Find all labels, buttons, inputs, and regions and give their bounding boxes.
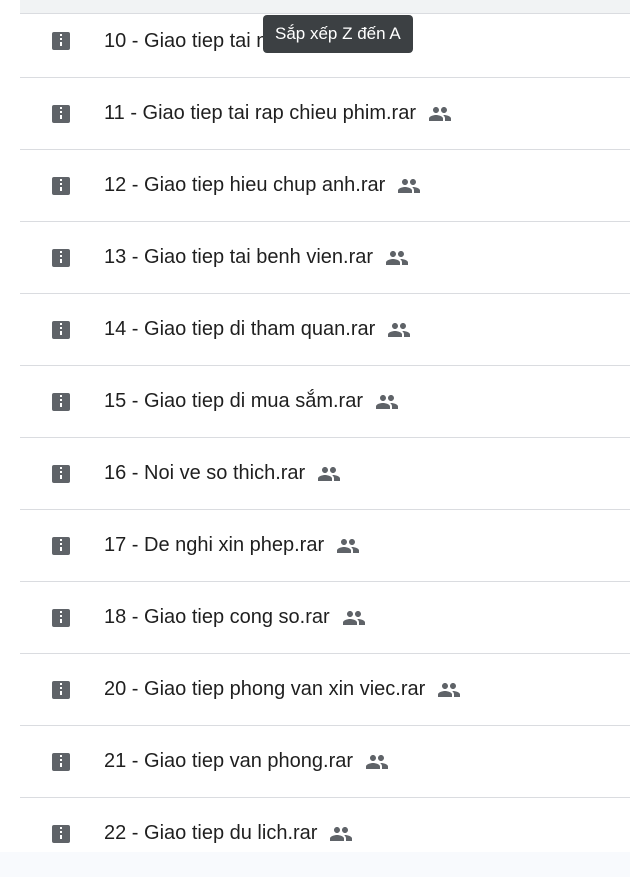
shared-people-icon — [429, 106, 452, 121]
file-name[interactable]: 17 - De nghi xin phep.rar — [104, 534, 324, 557]
file-row[interactable]: 13 - Giao tiep tai benh vien.rar — [20, 222, 630, 294]
file-name-cell: 13 - Giao tiep tai benh vien.rar — [104, 246, 409, 270]
file-name[interactable]: 14 - Giao tiep di tham quan.rar — [104, 318, 375, 341]
shared-people-icon — [438, 682, 461, 697]
shared-people-icon — [376, 394, 398, 409]
archive-icon — [52, 464, 70, 483]
file-row[interactable]: 18 - Giao tiep cong so.rar — [20, 582, 630, 654]
file-name[interactable]: 22 - Giao tiep du lich.rar — [104, 822, 317, 845]
file-name[interactable]: 21 - Giao tiep van phong.rar — [104, 750, 353, 773]
file-list: 10 - Giao tiep tai nha hang.rar 11 - Gia… — [20, 5, 630, 870]
file-name[interactable]: 13 - Giao tiep tai benh vien.rar — [104, 246, 373, 269]
file-name[interactable]: 15 - Giao tiep di mua sắm.rar — [104, 390, 363, 413]
file-name-cell: 12 - Giao tiep hieu chup anh.rar — [104, 174, 421, 198]
shared-people-icon — [398, 178, 421, 193]
file-name-cell: 17 - De nghi xin phep.rar — [104, 534, 360, 558]
shared-people-icon — [337, 538, 360, 553]
file-row[interactable]: 14 - Giao tiep di tham quan.rar — [20, 294, 630, 366]
shared-people-icon — [342, 610, 365, 625]
file-name[interactable]: 16 - Noi ve so thich.rar — [104, 462, 305, 485]
file-name-cell: 14 - Giao tiep di tham quan.rar — [104, 318, 411, 342]
archive-icon — [52, 104, 70, 123]
file-name-cell: 21 - Giao tiep van phong.rar — [104, 750, 389, 774]
file-name-cell: 15 - Giao tiep di mua sắm.rar — [104, 390, 399, 414]
shared-people-icon — [386, 250, 409, 265]
archive-icon — [52, 536, 70, 555]
file-name[interactable]: 20 - Giao tiep phong van xin viec.rar — [104, 678, 425, 701]
file-name-cell: 20 - Giao tiep phong van xin viec.rar — [104, 678, 461, 702]
file-row[interactable]: 20 - Giao tiep phong van xin viec.rar — [20, 654, 630, 726]
sort-tooltip: Sắp xếp Z đến A — [263, 15, 413, 53]
shared-people-icon — [388, 322, 411, 337]
file-name[interactable]: 12 - Giao tiep hieu chup anh.rar — [104, 174, 385, 197]
bottom-bar — [0, 852, 630, 877]
archive-icon — [52, 392, 70, 411]
file-name-cell: 18 - Giao tiep cong so.rar — [104, 606, 366, 630]
file-row[interactable]: 21 - Giao tiep van phong.rar — [20, 726, 630, 798]
archive-icon — [52, 608, 70, 627]
file-name-cell: 16 - Noi ve so thich.rar — [104, 462, 341, 486]
shared-people-icon — [366, 754, 389, 769]
file-row[interactable]: 17 - De nghi xin phep.rar — [20, 510, 630, 582]
shared-people-icon — [318, 466, 341, 481]
file-name-cell: 11 - Giao tiep tai rap chieu phim.rar — [104, 102, 452, 126]
shared-people-icon — [330, 826, 353, 841]
archive-icon — [52, 752, 70, 771]
archive-icon — [52, 248, 70, 267]
archive-icon — [52, 176, 70, 195]
file-row[interactable]: 15 - Giao tiep di mua sắm.rar — [20, 366, 630, 438]
file-name[interactable]: 18 - Giao tiep cong so.rar — [104, 606, 330, 629]
archive-icon — [52, 32, 70, 50]
file-row[interactable]: 12 - Giao tiep hieu chup anh.rar — [20, 150, 630, 222]
file-row[interactable]: 11 - Giao tiep tai rap chieu phim.rar — [20, 78, 630, 150]
file-name-cell: 22 - Giao tiep du lich.rar — [104, 822, 353, 846]
file-name[interactable]: 11 - Giao tiep tai rap chieu phim.rar — [104, 102, 416, 125]
archive-icon — [52, 824, 70, 843]
archive-icon — [52, 320, 70, 339]
archive-icon — [52, 680, 70, 699]
file-row[interactable]: 16 - Noi ve so thich.rar — [20, 438, 630, 510]
